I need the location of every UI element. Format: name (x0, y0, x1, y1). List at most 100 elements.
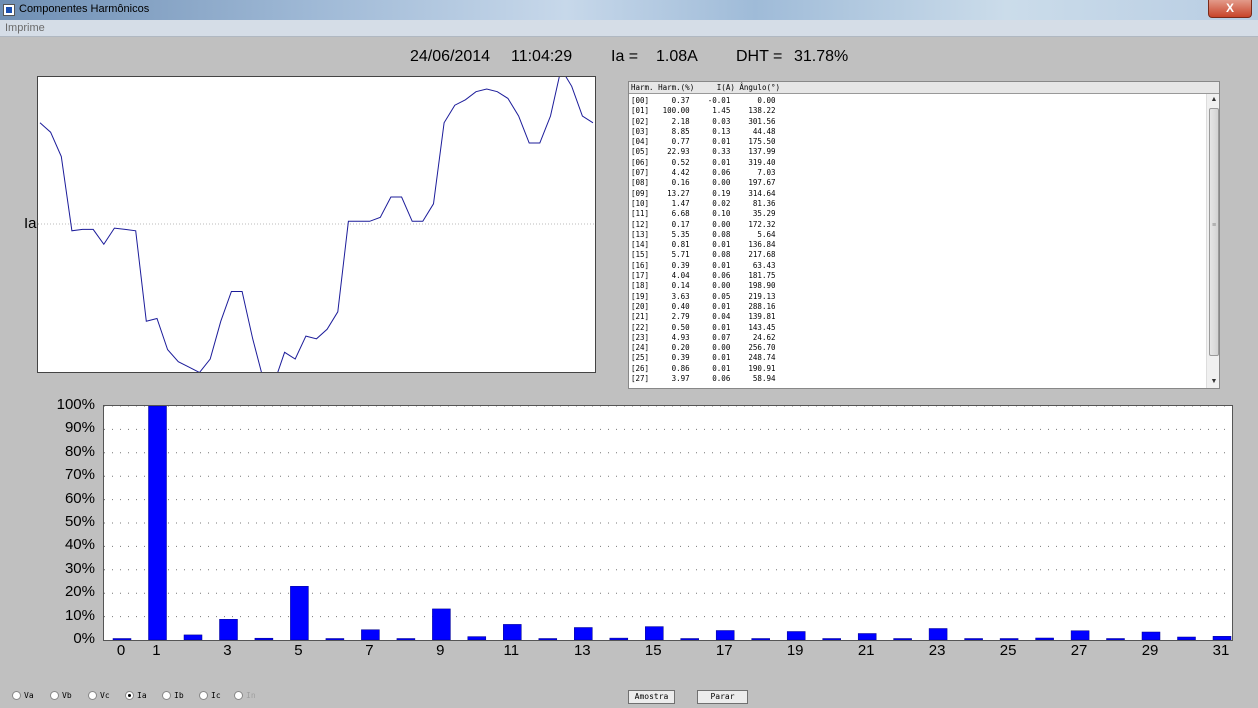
y-tick-label: 10% (64, 606, 95, 624)
scroll-thumb[interactable]: ≡ (1209, 108, 1219, 356)
radio-ib[interactable]: Ib (162, 691, 184, 700)
grip-icon: ≡ (1212, 222, 1217, 229)
bar-harmonic-14 (609, 637, 629, 641)
bar-harmonic-31 (1212, 636, 1232, 641)
bar-harmonic-30 (1177, 636, 1196, 641)
app-icon (3, 4, 15, 16)
bar-chart-plot (104, 405, 1232, 641)
radio-ic[interactable]: Ic (199, 691, 221, 700)
bar-harmonic-9 (432, 608, 451, 641)
x-tick-label: 13 (573, 642, 591, 659)
scroll-down-arrow-icon[interactable]: ▼ (1207, 376, 1219, 388)
radio-label: Vb (62, 691, 72, 700)
close-button[interactable]: X (1208, 0, 1252, 18)
scroll-up-arrow-icon[interactable]: ▲ (1207, 94, 1219, 106)
radio-indicator-icon (12, 691, 21, 700)
table-row: [27] 3.97 0.06 58.94 (631, 374, 776, 384)
current-value: 1.08A (656, 48, 698, 65)
radio-indicator-icon (162, 691, 171, 700)
x-tick-label: 0 (116, 642, 126, 659)
y-tick-label: 100% (56, 396, 95, 413)
dht-label: DHT = (736, 48, 783, 65)
table-row: [02] 2.18 0.03 301.56 (631, 116, 776, 126)
table-row: [10] 1.47 0.02 81.36 (631, 198, 776, 208)
table-scrollbar[interactable]: ▲ ≡ ▼ (1206, 94, 1219, 388)
sample-button[interactable]: Amostra (628, 690, 675, 704)
bar-harmonic-20 (822, 638, 841, 641)
stop-button[interactable]: Parar (697, 690, 748, 704)
y-tick-label: 70% (64, 466, 95, 484)
radio-in: In (234, 691, 256, 700)
table-row: [25] 0.39 0.01 248.74 (631, 353, 776, 363)
radio-label: Ic (211, 691, 221, 700)
radio-label: Ib (174, 691, 184, 700)
table-row: [01] 100.00 1.45 138.22 (631, 106, 776, 116)
bar-harmonic-4 (254, 637, 274, 641)
x-tick-label: 25 (999, 642, 1017, 659)
harmonics-table[interactable]: Harm. Harm.(%) I(A) Ângulo(°) [00] 0.37 … (628, 81, 1220, 389)
table-row: [07] 4.42 0.06 7.03 (631, 168, 776, 178)
x-tick-label: 5 (294, 642, 303, 659)
bar-harmonic-1 (148, 405, 167, 641)
dht-value: 31.78% (794, 48, 849, 65)
radio-label: Ia (137, 691, 147, 700)
bar-harmonic-19 (786, 631, 806, 641)
waveform-channel-label: Ia (24, 215, 37, 232)
table-row: [08] 0.16 0.00 197.67 (631, 178, 776, 188)
menu-item-imprime[interactable]: Imprime (5, 22, 45, 34)
table-row: [12] 0.17 0.00 172.32 (631, 219, 776, 229)
window-title: Componentes Harmônicos (19, 3, 150, 15)
radio-va[interactable]: Va (12, 691, 34, 700)
table-row: [05] 22.93 0.33 137.99 (631, 147, 776, 157)
table-row: [00] 0.37 -0.01 0.00 (631, 96, 776, 105)
table-row: [09] 13.27 0.19 314.64 (631, 188, 776, 198)
bar-harmonic-27 (1070, 630, 1090, 641)
y-tick-label: 40% (64, 536, 95, 554)
table-row: [13] 5.35 0.08 5.64 (631, 229, 776, 239)
bar-harmonic-3 (219, 619, 238, 641)
waveform-plot (38, 67, 595, 384)
table-row: [19] 3.63 0.05 219.13 (631, 291, 776, 301)
table-row: [17] 4.04 0.06 181.75 (631, 271, 776, 281)
bar-harmonic-0 (112, 638, 132, 641)
table-row: [11] 6.68 0.10 35.29 (631, 209, 776, 219)
table-header: Harm. Harm.(%) I(A) Ângulo(°) (629, 82, 1219, 94)
x-tick-label: 9 (436, 642, 445, 659)
x-tick-label: 11 (503, 642, 520, 659)
table-row: [20] 0.40 0.01 288.16 (631, 301, 776, 311)
x-tick-label: 27 (1070, 642, 1088, 659)
date-label: 24/06/2014 (410, 48, 491, 65)
bar-harmonic-2 (183, 634, 203, 641)
table-row: [24] 0.20 0.00 256.70 (631, 343, 776, 353)
harmonics-bar-chart (103, 405, 1233, 641)
table-row: [06] 0.52 0.01 319.40 (631, 157, 776, 167)
x-tick-label: 17 (715, 642, 733, 659)
y-tick-label: 60% (64, 489, 95, 507)
x-tick-label: 21 (857, 642, 875, 659)
bar-harmonic-10 (467, 636, 487, 641)
table-row: [04] 0.77 0.01 175.50 (631, 137, 776, 147)
x-tick-label: 19 (786, 642, 804, 659)
bar-harmonic-18 (751, 638, 770, 641)
x-tick-label: 29 (1141, 642, 1159, 659)
table-row: [22] 0.50 0.01 143.45 (631, 322, 776, 332)
table-row: [26] 0.86 0.01 190.91 (631, 363, 776, 373)
bar-harmonic-23 (928, 628, 948, 641)
x-tick-label: 31 (1212, 642, 1230, 659)
x-tick-label: 15 (644, 642, 662, 659)
bar-harmonic-26 (1035, 637, 1054, 641)
y-tick-label: 0% (73, 630, 95, 647)
radio-vb[interactable]: Vb (50, 691, 72, 700)
bar-harmonic-13 (574, 627, 593, 641)
table-body: [00] 0.37 -0.01 0.00 [01] 100.00 1.45 138… (631, 96, 776, 384)
radio-ia[interactable]: Ia (125, 691, 147, 700)
x-tick-label: 3 (223, 642, 232, 659)
table-row: [03] 8.85 0.13 44.48 (631, 126, 776, 136)
x-tick-label: 7 (365, 642, 374, 659)
x-tick-label: 1 (152, 642, 161, 659)
bar-harmonic-6 (325, 638, 345, 641)
radio-vc[interactable]: Vc (88, 691, 110, 700)
table-row: [18] 0.14 0.00 198.90 (631, 281, 776, 291)
radio-label: Vc (100, 691, 110, 700)
table-row: [16] 0.39 0.01 63.43 (631, 260, 776, 270)
